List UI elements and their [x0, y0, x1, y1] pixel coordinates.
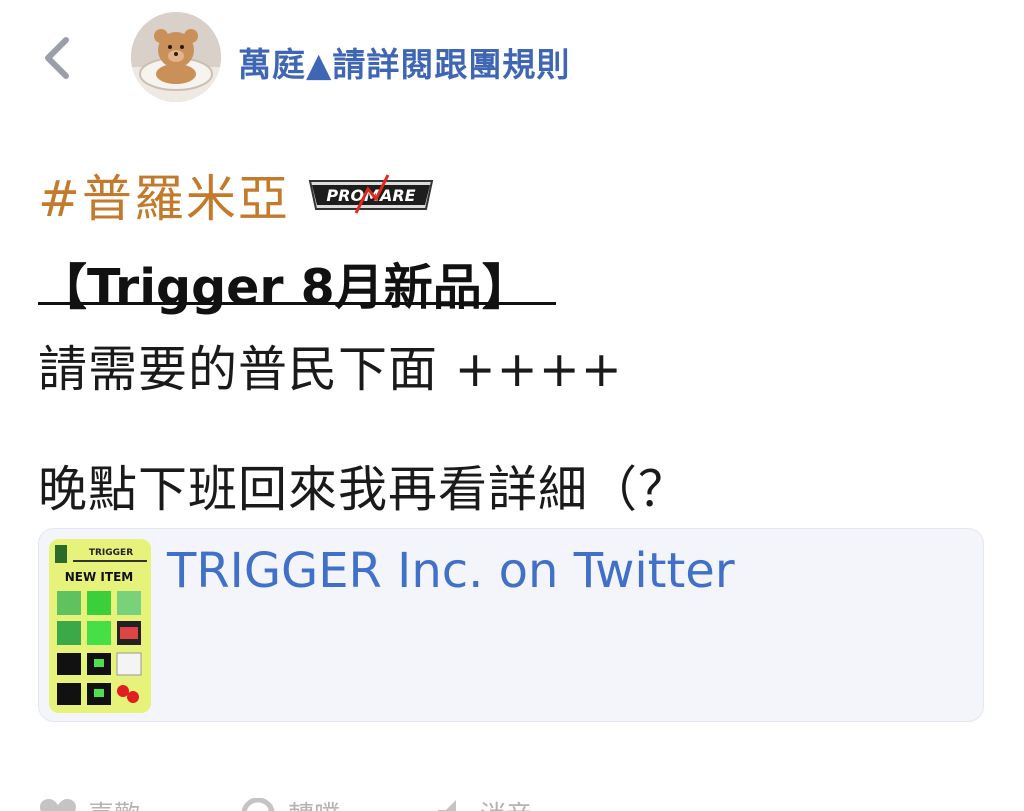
link-thumbnail: TRIGGER NEW ITEM	[49, 539, 151, 713]
repost-icon	[241, 797, 275, 811]
hashtag-line: #普羅米亞 PROMARE	[38, 160, 436, 230]
mute-label: 消音	[480, 795, 532, 811]
plurk-post-view: 萬庭▲請詳閱跟團規則 #普羅米亞 PROMARE 【Trigger 8月新品】 …	[0, 0, 1024, 811]
heart-icon	[40, 798, 76, 811]
mute-icon	[438, 799, 456, 811]
author-name[interactable]: 萬庭▲請詳閱跟團規則	[238, 38, 570, 86]
post-text-line: 請需要的普民下面 ++++	[38, 341, 623, 398]
mute-button[interactable]: 消音	[430, 795, 532, 811]
repost-button[interactable]: 轉噗	[238, 795, 340, 811]
title-underline	[38, 302, 556, 305]
repost-label: 轉噗	[288, 795, 340, 811]
avatar[interactable]	[131, 12, 221, 102]
post-text-line: 晚點下班回來我再看詳細（？	[38, 461, 689, 518]
chevron-left-icon[interactable]	[38, 34, 78, 82]
like-label: 喜歡	[88, 795, 140, 811]
link-card-title[interactable]: TRIGGER Inc. on Twitter	[167, 543, 735, 599]
promare-logo-emoticon: PROMARE	[308, 174, 434, 214]
thumb-label: NEW ITEM	[65, 570, 133, 584]
link-preview-card[interactable]: TRIGGER NEW ITEM TRIGGER Inc. on Twitter	[38, 528, 984, 722]
post-action-bar: 喜歡 轉噗 消音	[38, 795, 998, 811]
hashtag-link[interactable]: #普羅米亞	[38, 159, 290, 231]
logo-text: PROMARE	[326, 186, 415, 205]
post-title-link[interactable]: 【Trigger 8月新品】	[38, 248, 531, 319]
like-button[interactable]: 喜歡	[38, 795, 140, 811]
thumb-brand: TRIGGER	[89, 548, 133, 558]
